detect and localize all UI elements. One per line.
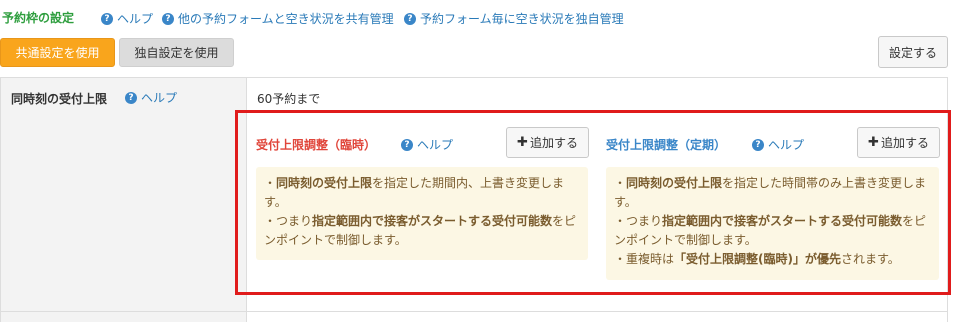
independent-management-link[interactable]: ? 予約フォーム毎に空き状況を独自管理 xyxy=(404,10,624,27)
question-circle-icon: ? xyxy=(401,138,413,151)
temporary-adjustment-title: 受付上限調整（臨時） xyxy=(256,138,377,152)
label-column xyxy=(1,78,247,322)
note-line: ・重複時は「受付上限調整(臨時)」が優先されます。 xyxy=(614,252,900,266)
periodic-adjustment-note: ・同時刻の受付上限を指定した時間帯のみ上書き変更します。 ・つまり指定範囲内で接… xyxy=(606,167,939,280)
add-periodic-adjustment-button[interactable]: ✚ 追加する xyxy=(857,127,940,158)
independent-management-label: 予約フォーム毎に空き状況を独自管理 xyxy=(420,12,624,26)
question-circle-icon: ? xyxy=(752,138,764,151)
question-circle-icon: ? xyxy=(101,12,113,25)
temporary-adjustment-help-link[interactable]: ? ヘルプ xyxy=(401,136,453,153)
concurrent-limit-value: 60予約まで xyxy=(257,92,321,106)
plus-icon: ✚ xyxy=(517,135,528,150)
question-circle-icon: ? xyxy=(162,12,174,25)
concurrent-limit-label: 同時刻の受付上限 xyxy=(11,92,108,106)
note-line: ・つまり指定範囲内で接客がスタートする受付可能数をピンポイントで制御します。 xyxy=(614,214,927,247)
page-title: 予約枠の設定 xyxy=(2,11,75,25)
add-periodic-label: 追加する xyxy=(880,136,929,150)
use-own-settings-button[interactable]: 独自設定を使用 xyxy=(119,38,234,67)
shared-management-label: 他の予約フォームと空き状況を共有管理 xyxy=(178,12,394,26)
concurrent-limit-help-link[interactable]: ? ヘルプ xyxy=(125,89,177,106)
apply-settings-button[interactable]: 設定する xyxy=(878,36,948,68)
note-line: ・同時刻の受付上限を指定した時間帯のみ上書き変更します。 xyxy=(614,176,927,209)
note-line: ・同時刻の受付上限を指定した期間内、上書き変更します。 xyxy=(264,176,565,209)
header-help-label: ヘルプ xyxy=(117,12,154,26)
question-circle-icon: ? xyxy=(404,12,416,25)
shared-management-link[interactable]: ? 他の予約フォームと空き状況を共有管理 xyxy=(162,10,394,27)
row-divider xyxy=(1,311,947,312)
add-temporary-adjustment-button[interactable]: ✚ 追加する xyxy=(506,127,589,158)
temporary-adjustment-help-label: ヘルプ xyxy=(417,138,454,152)
plus-icon: ✚ xyxy=(868,135,879,150)
periodic-adjustment-help-label: ヘルプ xyxy=(768,138,805,152)
temporary-adjustment-note: ・同時刻の受付上限を指定した期間内、上書き変更します。 ・つまり指定範囲内で接客… xyxy=(256,167,588,260)
header-help-link[interactable]: ? ヘルプ xyxy=(101,10,153,27)
periodic-adjustment-title: 受付上限調整（定期） xyxy=(606,138,727,152)
add-temporary-label: 追加する xyxy=(529,136,578,150)
question-circle-icon: ? xyxy=(125,91,137,104)
concurrent-limit-help-label: ヘルプ xyxy=(141,91,178,105)
periodic-adjustment-help-link[interactable]: ? ヘルプ xyxy=(752,136,804,153)
note-line: ・つまり指定範囲内で接客がスタートする受付可能数をピンポイントで制御します。 xyxy=(264,214,577,247)
header-bar: 予約枠の設定 ? ヘルプ ? 他の予約フォームと空き状況を共有管理 ? 予約フォ… xyxy=(0,0,968,30)
use-common-settings-button[interactable]: 共通設定を使用 xyxy=(0,38,115,67)
